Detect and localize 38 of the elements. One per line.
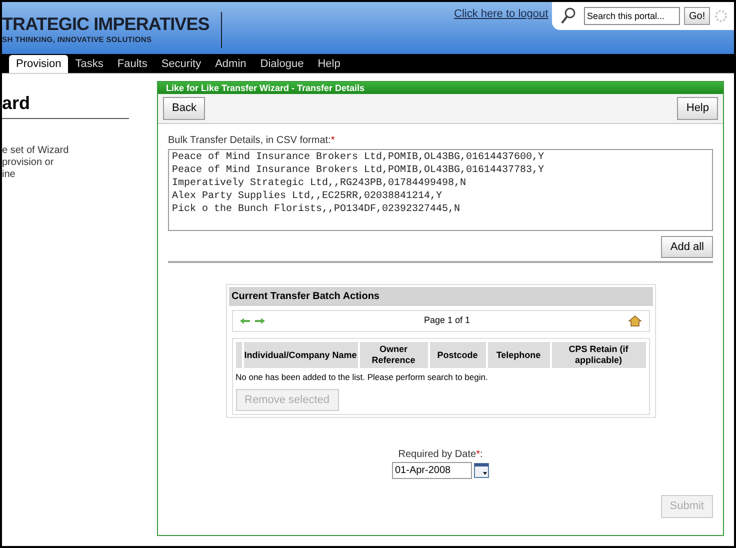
page-heading: ard (2, 92, 129, 119)
left-arrow-icon[interactable] (238, 317, 250, 325)
column-header: Telephone (488, 342, 550, 368)
go-button[interactable]: Go! (684, 7, 710, 25)
batch-title: Current Transfer Batch Actions (228, 287, 652, 306)
nav-tab[interactable]: Faults (110, 55, 154, 73)
calendar-icon[interactable] (474, 463, 489, 478)
nav-tab[interactable]: Help (310, 55, 348, 73)
column-header: Postcode (430, 342, 486, 368)
column-header: Owner Reference (360, 342, 428, 368)
back-button[interactable]: Back (163, 97, 206, 120)
logo-title: TRATEGIC IMPERATIVES (2, 14, 210, 34)
date-label: Required by Date*: (398, 448, 483, 462)
nav-tab[interactable]: Tasks (68, 55, 110, 73)
sidebar-text: e set of Wizard (2, 145, 70, 157)
add-all-button[interactable]: Add all (661, 236, 713, 258)
sidebar-text: provision or (2, 157, 55, 169)
csv-label: Bulk Transfer Details, in CSV format:* (168, 134, 336, 148)
column-header: CPS Retain (if applicable) (552, 342, 646, 368)
nav-tab[interactable]: Security (154, 55, 208, 73)
empty-message: No one has been added to the list. Please perform search to begin. (236, 371, 489, 384)
date-field[interactable]: 01-Apr-2008 (392, 462, 472, 480)
help-button[interactable]: Help (677, 97, 718, 120)
search-field[interactable]: Search this portal... (584, 7, 680, 25)
logout-link[interactable]: Click here to logout (454, 6, 548, 22)
house-icon[interactable] (628, 315, 642, 327)
sidebar-text: ine (2, 169, 16, 181)
nav-tab[interactable]: Admin (208, 55, 254, 73)
spinner-icon (714, 9, 728, 23)
nav-tab[interactable]: Dialogue (253, 55, 311, 73)
pager-text: Page 1 of 1 (424, 314, 470, 328)
search-icon (560, 7, 576, 25)
csv-input-field[interactable]: Peace of Mind Insurance Brokers Ltd,POMIB,OL43BG,01614437600,Y Peace of Mind Insurance Brokers Ltd,POMIB,OL43BG,01614437783,Y Imperatively Strategic Ltd,,RG243PB,01784499498,N Alex Party Supplies Ltd,,EC25RR,02038841214,Y Pick o the Bunch Florists,,PO134DF,02392327445,N (168, 148, 713, 230)
nav-tab[interactable]: Provision (9, 55, 68, 73)
select-column-header (236, 342, 242, 368)
column-header: Individual/Company Name (244, 342, 358, 368)
right-arrow-icon[interactable] (254, 317, 266, 325)
wizard-title: Like for Like Transfer Wizard - Transfer Details (158, 82, 723, 94)
